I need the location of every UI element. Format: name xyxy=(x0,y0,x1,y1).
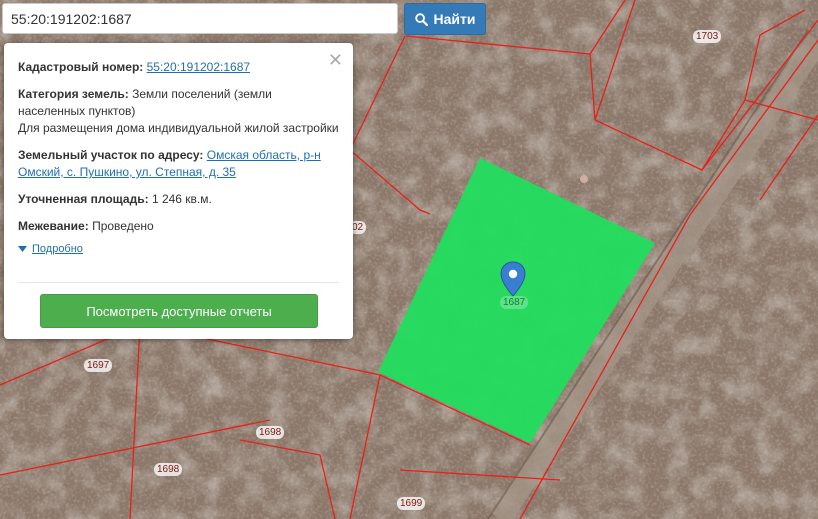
cadastral-number-row: Кадастровый номер: 55:20:191202:1687 xyxy=(18,59,339,76)
area-label: Уточненная площадь: xyxy=(18,192,149,206)
popup-divider xyxy=(18,282,339,283)
map-point xyxy=(580,175,588,183)
land-category-label: Категория земель: xyxy=(18,87,129,101)
survey-row: Межевание: Проведено xyxy=(18,218,339,235)
cadastral-number-label: Кадастровый номер: xyxy=(18,60,144,74)
area-row: Уточненная площадь: 1 246 кв.м. xyxy=(18,191,339,208)
cadastral-search-input[interactable] xyxy=(2,3,398,34)
parcel-label-1703: 1703 xyxy=(693,30,722,43)
caret-down-icon xyxy=(18,246,27,252)
land-category-row: Категория земель: Земли поселений (земли… xyxy=(18,86,339,137)
view-reports-button[interactable]: Посмотреть доступные отчеты xyxy=(40,294,318,328)
details-toggle[interactable]: Подробно xyxy=(18,243,339,255)
address-label: Земельный участок по адресу: xyxy=(18,148,204,162)
area-value: 1 246 кв.м. xyxy=(151,192,212,206)
parcel-label-1687: 1687 xyxy=(500,296,529,309)
parcel-info-popup: ✕ Кадастровый номер: 55:20:191202:1687 К… xyxy=(4,43,353,339)
parcel-label-1697: 1697 xyxy=(84,359,113,372)
parcel-label-1698-a: 1698 xyxy=(256,426,285,439)
parcel-label-1699: 1699 xyxy=(397,497,426,510)
search-button-label: Найти xyxy=(433,11,476,27)
close-icon[interactable]: ✕ xyxy=(328,51,343,69)
search-icon xyxy=(414,12,428,26)
search-button[interactable]: Найти xyxy=(404,3,486,35)
details-label: Подробно xyxy=(32,243,83,255)
parcel-label-1698-b: 1698 xyxy=(154,463,183,476)
address-row: Земельный участок по адресу: Омская обла… xyxy=(18,147,339,181)
survey-value: Проведено xyxy=(92,219,154,233)
survey-label: Межевание: xyxy=(18,219,89,233)
cadastral-number-link[interactable]: 55:20:191202:1687 xyxy=(147,60,250,74)
land-use-value: Для размещения дома индивидуальной жилой… xyxy=(18,121,339,135)
